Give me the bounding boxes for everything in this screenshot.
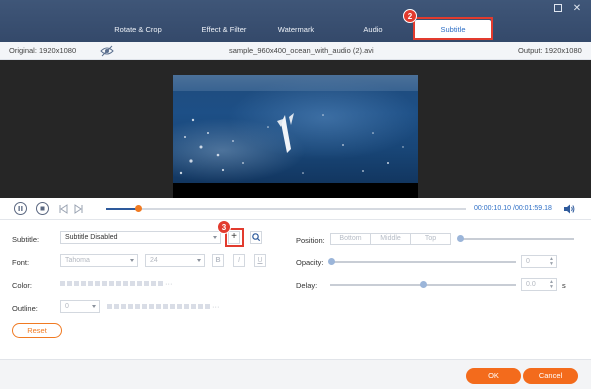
- stop-icon[interactable]: [36, 202, 49, 215]
- diving-bird-image: [179, 113, 404, 175]
- delay-unit: s: [562, 281, 566, 290]
- tab-effect-filter[interactable]: Effect & Filter: [182, 20, 266, 40]
- chevron-down-icon: [92, 305, 96, 308]
- original-resolution: Original: 1920x1080: [9, 46, 77, 55]
- underline-button[interactable]: U: [254, 254, 266, 267]
- font-family-value: Tahoma: [65, 257, 90, 264]
- opacity-slider[interactable]: [328, 258, 516, 265]
- progress-handle[interactable]: [135, 205, 143, 212]
- step-marker-2: 2: [403, 9, 417, 23]
- playback-controls: 00:00:10.10 /00:01:59.18: [0, 198, 591, 220]
- color-swatches[interactable]: [60, 281, 165, 287]
- video-frame: [173, 75, 418, 198]
- font-size-value: 24: [150, 257, 158, 264]
- file-name: sample_960x400_ocean_with_audio (2).avi: [229, 46, 374, 55]
- title-bar: Rotate & Crop Effect & Filter Watermark …: [0, 0, 591, 42]
- delay-label: Delay:: [296, 281, 318, 290]
- maximize-icon[interactable]: [552, 3, 564, 15]
- video-preview-area: [0, 60, 591, 198]
- reset-button[interactable]: Reset: [12, 323, 62, 338]
- position-middle-button[interactable]: Middle: [370, 233, 411, 245]
- position-slider-handle[interactable]: [457, 235, 464, 242]
- next-frame-icon[interactable]: [74, 204, 84, 216]
- italic-button[interactable]: I: [233, 254, 245, 267]
- search-icon: [252, 233, 261, 242]
- position-top-button[interactable]: Top: [410, 233, 451, 245]
- volume-icon[interactable]: [563, 204, 575, 216]
- decrement-icon[interactable]: ▼: [549, 262, 554, 267]
- outline-select[interactable]: 0: [60, 300, 100, 313]
- font-size-select[interactable]: 24: [145, 254, 205, 267]
- opacity-input[interactable]: 0 ▲ ▼: [521, 255, 557, 268]
- decrement-icon[interactable]: ▼: [549, 285, 554, 290]
- subtitle-tab-highlight: [413, 17, 493, 40]
- color-label: Color:: [12, 281, 33, 290]
- current-time: 00:00:10.10: [474, 205, 511, 212]
- chevron-down-icon: [197, 259, 201, 262]
- info-bar: Original: 1920x1080 sample_960x400_ocean…: [0, 42, 591, 60]
- tab-audio[interactable]: Audio: [344, 20, 402, 40]
- delay-value: 0.0: [526, 281, 536, 288]
- position-bottom-button[interactable]: Bottom: [330, 233, 371, 245]
- output-resolution: Output: 1920x1080: [518, 46, 582, 55]
- delay-slider[interactable]: [330, 281, 516, 288]
- search-subtitle-button[interactable]: [250, 231, 262, 244]
- outline-label: Outline:: [12, 304, 38, 313]
- previous-frame-icon[interactable]: [58, 204, 68, 216]
- step-marker-3: 3: [217, 220, 231, 234]
- bold-button[interactable]: B: [212, 254, 224, 267]
- delay-slider-handle[interactable]: [420, 281, 427, 288]
- color-more-button[interactable]: ···: [165, 279, 173, 288]
- pause-icon[interactable]: [14, 202, 27, 215]
- opacity-slider-handle[interactable]: [328, 258, 335, 265]
- opacity-value: 0: [526, 258, 530, 265]
- font-label: Font:: [12, 258, 30, 267]
- close-icon[interactable]: ✕: [571, 3, 583, 15]
- total-time: /00:01:59.18: [513, 205, 552, 212]
- ok-button[interactable]: OK: [466, 368, 521, 384]
- position-slider[interactable]: [457, 235, 574, 242]
- chevron-down-icon: [130, 259, 134, 262]
- opacity-label: Opacity:: [296, 258, 324, 267]
- chevron-down-icon: [213, 236, 217, 239]
- footer: OK Cancel: [0, 359, 591, 389]
- outline-color-swatches[interactable]: [107, 304, 212, 310]
- tab-watermark[interactable]: Watermark: [266, 20, 326, 40]
- font-family-select[interactable]: Tahoma: [60, 254, 138, 267]
- cancel-button[interactable]: Cancel: [523, 368, 578, 384]
- eye-icon[interactable]: [100, 45, 114, 57]
- progress-fill: [106, 208, 139, 210]
- position-label: Position:: [296, 236, 325, 245]
- subtitle-select[interactable]: Subtitle Disabled: [60, 231, 221, 244]
- delay-input[interactable]: 0.0 ▲ ▼: [521, 278, 557, 291]
- subtitle-select-value: Subtitle Disabled: [65, 234, 118, 241]
- subtitle-label: Subtitle:: [12, 235, 40, 244]
- tab-rotate-crop[interactable]: Rotate & Crop: [98, 20, 178, 40]
- outline-value: 0: [65, 303, 69, 310]
- outline-more-button[interactable]: ···: [212, 302, 220, 311]
- progress-slider[interactable]: [106, 205, 466, 212]
